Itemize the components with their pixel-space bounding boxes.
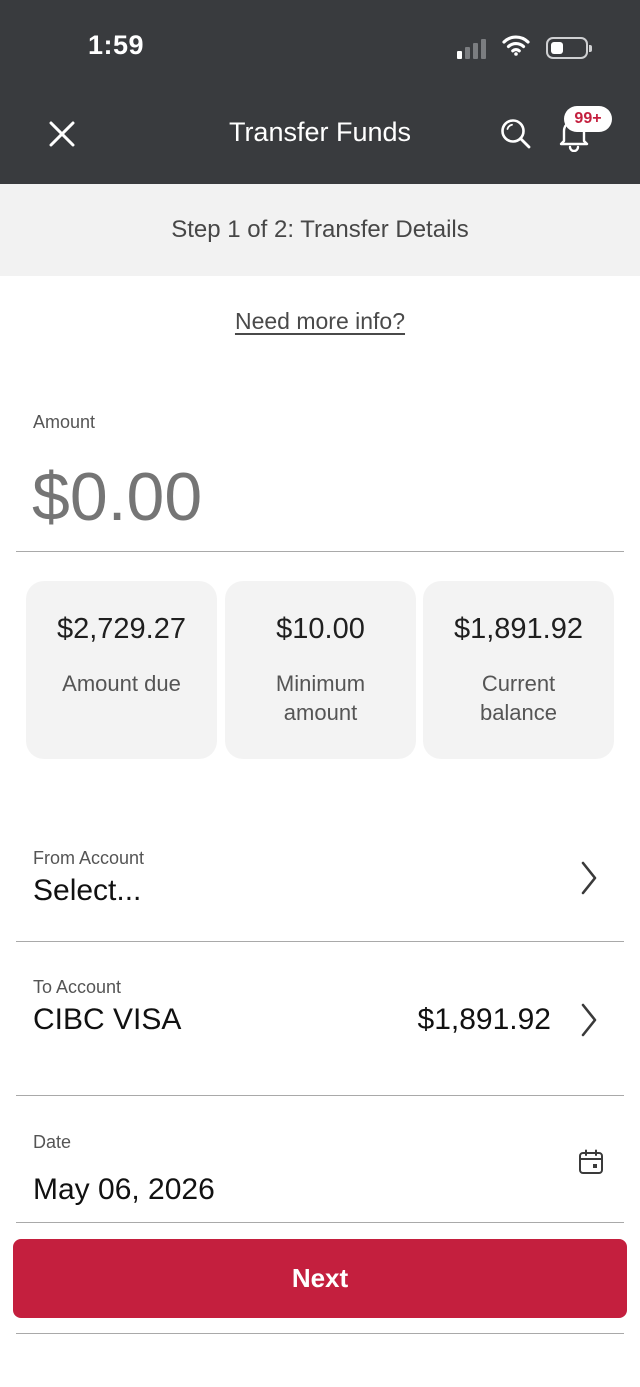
to-account-label: To Account [33, 977, 122, 997]
status-icons [457, 34, 592, 61]
minimum-amount-card[interactable]: $10.00 Minimum amount [225, 581, 416, 759]
notification-badge: 99+ [564, 106, 612, 132]
card-label: Minimum amount [275, 671, 366, 725]
step-banner: Step 1 of 2: Transfer Details [0, 184, 640, 276]
signal-icon [457, 37, 486, 59]
card-value: $2,729.27 [56, 613, 186, 645]
card-label: Amount due [62, 671, 181, 696]
from-account-divider [16, 941, 624, 942]
page-title: Transfer Funds [228, 117, 412, 147]
from-account-label: From Account [33, 848, 145, 868]
status-time: 1:59 [88, 30, 145, 60]
amount-input[interactable] [32, 458, 592, 536]
date-label: Date [33, 1132, 72, 1152]
from-account-value: Select... [33, 874, 142, 907]
card-value: $1,891.92 [453, 613, 583, 645]
to-account-balance: $1,891.92 [417, 1003, 551, 1036]
search-icon [501, 119, 531, 149]
bottom-divider [16, 1333, 624, 1334]
next-button[interactable]: Next [13, 1239, 627, 1318]
nav-bar: Transfer Funds 99+ [0, 90, 640, 184]
to-account-divider [16, 1095, 624, 1096]
battery-icon [546, 36, 592, 59]
status-bar: 1:59 [0, 0, 640, 90]
date-divider [16, 1222, 624, 1223]
chevron-right-icon [572, 857, 606, 899]
amount-divider [16, 551, 624, 552]
calendar-button[interactable] [574, 1145, 608, 1179]
date-value: May 06, 2026 [33, 1173, 215, 1206]
calendar-icon [579, 1149, 603, 1174]
card-label: Current balance [479, 671, 558, 725]
to-account-value: CIBC VISA [33, 1003, 182, 1036]
wifi-icon [502, 34, 530, 61]
search-button[interactable] [494, 112, 538, 156]
current-balance-card[interactable]: $1,891.92 Current balance [423, 581, 614, 759]
card-value: $10.00 [276, 613, 365, 645]
chevron-right-icon [572, 999, 606, 1041]
amount-due-card[interactable]: $2,729.27 Amount due [26, 581, 217, 759]
need-more-info-link[interactable]: Need more info? [0, 308, 640, 335]
amount-label: Amount [33, 412, 96, 432]
